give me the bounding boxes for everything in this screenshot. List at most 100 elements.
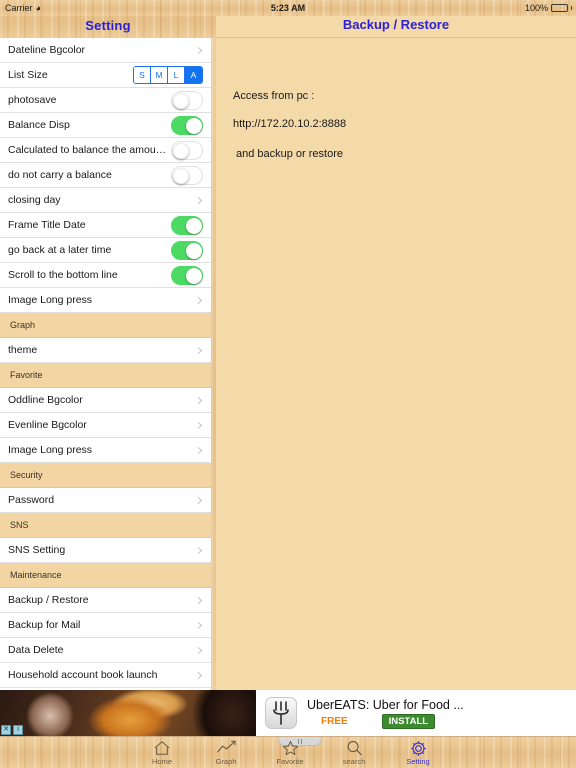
settings-row-label: SNS Setting	[8, 544, 66, 556]
settings-row[interactable]: photosave	[0, 88, 211, 113]
settings-row[interactable]: Image Long press	[0, 288, 211, 313]
settings-row[interactable]: Household account book launch	[0, 663, 211, 688]
tab-label: Favorite	[276, 757, 304, 766]
settings-row[interactable]: Backup for Mail	[0, 613, 211, 638]
settings-row[interactable]: SNS Setting	[0, 538, 211, 563]
settings-row-label: photosave	[8, 94, 57, 106]
settings-row[interactable]: Password	[0, 488, 211, 513]
star-icon	[282, 740, 299, 756]
settings-row[interactable]: Frame Title Date	[0, 213, 211, 238]
toggle-switch[interactable]	[171, 165, 203, 185]
section-header-label: Security	[10, 470, 43, 480]
battery-icon	[551, 4, 568, 12]
chevron-right-icon	[194, 546, 203, 554]
toggle-switch[interactable]	[171, 215, 203, 235]
tab-search[interactable]: search	[322, 737, 386, 768]
segment-option-a[interactable]: A	[185, 67, 202, 83]
backup-instruction-label: and backup or restore	[236, 148, 344, 160]
access-from-pc-label: Access from pc :	[233, 90, 315, 102]
settings-row[interactable]: Backup / Restore	[0, 588, 211, 613]
section-header-label: Favorite	[10, 370, 43, 380]
tab-bar: Home Graph Favorite search Setting	[0, 736, 576, 768]
toggle-switch[interactable]	[171, 240, 203, 260]
ad-banner[interactable]: ✕ i UberEATS: Uber for Food ... FREE INS…	[0, 690, 576, 736]
battery-cap-icon	[571, 6, 572, 10]
toggle-switch[interactable]	[171, 140, 203, 160]
settings-row-label: Evenline Bgcolor	[8, 419, 87, 431]
chevron-right-icon	[194, 646, 203, 654]
clock-label: 5:23 AM	[270, 3, 306, 13]
toggle-knob	[173, 167, 189, 184]
toggle-switch[interactable]	[171, 265, 203, 285]
section-header-label: Graph	[10, 320, 36, 330]
settings-row[interactable]: Data Delete	[0, 638, 211, 663]
segment-option-l[interactable]: L	[168, 67, 185, 83]
master-pane: Setting Dateline Bgcolor List Size S M L Apho…	[0, 0, 216, 690]
settings-row-label: closing day	[8, 194, 61, 206]
status-bar-center: 5:23 AM	[0, 3, 576, 13]
server-url-text[interactable]: http://172.20.10.2:8888	[233, 118, 346, 130]
tab-setting[interactable]: Setting	[386, 737, 450, 768]
gear-icon	[410, 740, 427, 756]
chevron-right-icon	[194, 621, 203, 629]
chevron-right-icon	[194, 446, 203, 454]
ad-install-button[interactable]: INSTALL	[381, 713, 436, 729]
ad-badges: ✕ i	[1, 725, 23, 735]
settings-row[interactable]: List Size S M L A	[0, 63, 211, 88]
ad-close-icon[interactable]: ✕	[1, 725, 11, 735]
settings-row[interactable]: Scroll to the bottom line	[0, 263, 211, 288]
settings-row-label: theme	[8, 344, 38, 356]
tab-label: Graph	[215, 757, 237, 766]
settings-row-label: Household account book launch	[8, 669, 158, 681]
chart-line-icon	[216, 740, 236, 756]
settings-list[interactable]: Dateline Bgcolor List Size S M L Aphotosave Ba…	[0, 38, 211, 690]
settings-row[interactable]: Dateline Bgcolor	[0, 38, 211, 63]
segment-option-s[interactable]: S	[134, 67, 151, 83]
settings-row[interactable]: closing day	[0, 188, 211, 213]
tab-label: Setting	[406, 757, 430, 766]
toggle-switch[interactable]	[171, 90, 203, 110]
settings-row[interactable]: Image Long press	[0, 438, 211, 463]
chevron-right-icon	[194, 496, 203, 504]
settings-row[interactable]: Calculated to balance the amou…	[0, 138, 211, 163]
toggle-knob	[186, 117, 202, 134]
section-header-label: SNS	[10, 520, 29, 530]
tab-items[interactable]: Home Graph Favorite search Setting	[130, 737, 450, 768]
settings-row-label: do not carry a balance	[8, 169, 112, 181]
settings-row[interactable]: Balance Disp	[0, 113, 211, 138]
list-size-segmented-control[interactable]: SMLA	[133, 66, 203, 84]
fork-icon	[265, 697, 297, 729]
settings-row[interactable]: go back at a later time	[0, 238, 211, 263]
chevron-right-icon	[194, 396, 203, 404]
toggle-knob	[186, 217, 202, 234]
section-header-favorite: Favorite	[0, 363, 211, 388]
settings-row-label: Image Long press	[8, 444, 93, 456]
tab-favorite[interactable]: Favorite	[258, 737, 322, 768]
settings-row[interactable]: Evenline Bgcolor	[0, 413, 211, 438]
toggle-switch[interactable]	[171, 115, 203, 135]
section-header-maintenance: Maintenance	[0, 563, 211, 588]
status-bar-right: 100%	[525, 3, 572, 13]
search-icon	[346, 740, 363, 756]
settings-row-label: Backup for Mail	[8, 619, 81, 631]
chevron-right-icon	[194, 346, 203, 354]
settings-row-label: Calculated to balance the amou…	[8, 144, 167, 156]
master-title: Setting	[85, 18, 131, 33]
toggle-knob	[186, 267, 202, 284]
settings-row-label: Dateline Bgcolor	[8, 44, 86, 56]
settings-row[interactable]: theme	[0, 338, 211, 363]
ad-content[interactable]: UberEATS: Uber for Food ... FREE INSTALL	[256, 690, 576, 736]
settings-row-label: Password	[8, 494, 55, 506]
settings-row[interactable]: do not carry a balance	[0, 163, 211, 188]
ad-info-icon[interactable]: i	[13, 725, 23, 735]
settings-row-label: Scroll to the bottom line	[8, 269, 118, 281]
segment-option-m[interactable]: M	[151, 67, 168, 83]
chevron-right-icon	[194, 46, 203, 54]
section-header-label: Maintenance	[10, 570, 62, 580]
ad-price-label: FREE	[321, 715, 348, 727]
toggle-knob	[173, 92, 189, 109]
settings-row[interactable]: Oddline Bgcolor	[0, 388, 211, 413]
tab-home[interactable]: Home	[130, 737, 194, 768]
tab-graph[interactable]: Graph	[194, 737, 258, 768]
settings-row-label: List Size	[8, 69, 48, 81]
